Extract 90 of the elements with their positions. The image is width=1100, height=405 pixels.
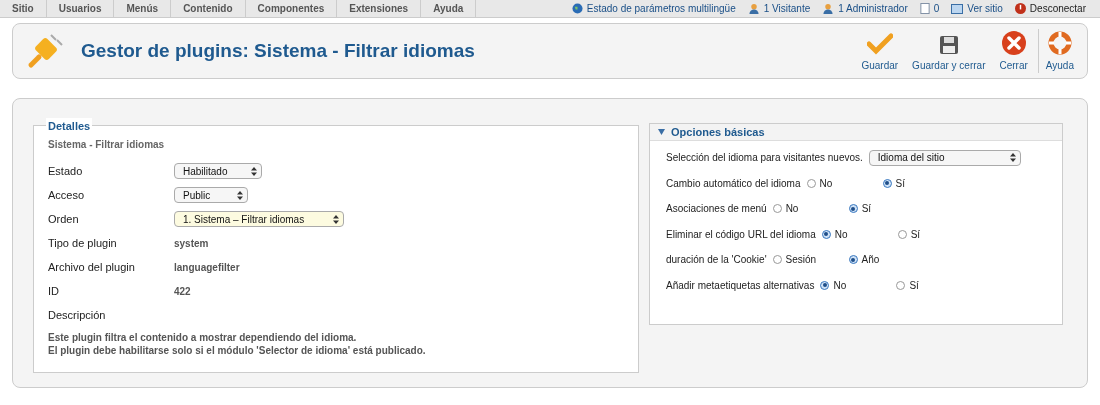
status-link[interactable]: 1 Administrador	[838, 1, 908, 16]
lifebuoy-icon	[1047, 31, 1072, 55]
radio-label: Sí	[861, 202, 872, 217]
select-value: Public	[183, 188, 211, 203]
radio-option[interactable]: Año	[848, 252, 925, 268]
section-title: Opciones básicas	[671, 124, 765, 140]
radio-button[interactable]	[772, 255, 782, 265]
option-label: duración de la 'Cookie'	[666, 253, 767, 268]
status-link[interactable]: 0	[933, 1, 940, 16]
radio-option[interactable]: Sí	[848, 201, 925, 217]
radio-option[interactable]: No	[806, 175, 883, 191]
field-label: Estado	[48, 163, 84, 179]
radio-label: Año	[861, 253, 880, 268]
user-icon	[747, 3, 760, 14]
checkmark-icon	[866, 33, 893, 55]
document-icon	[919, 3, 930, 14]
menu-item[interactable]: Extensiones	[337, 0, 422, 17]
status-link[interactable]: Desconectar	[1029, 1, 1086, 16]
radio-button[interactable]	[848, 204, 858, 214]
toolbar-button[interactable]: Ayuda	[1037, 29, 1081, 73]
field-value: languagefilter	[174, 260, 240, 275]
status-link[interactable]: Estado de parámetros multilingüe	[586, 1, 736, 16]
monitor-icon	[951, 3, 964, 14]
radio-option[interactable]: No	[772, 201, 849, 217]
radio-label: Sí	[910, 227, 921, 242]
radio-button[interactable]	[848, 255, 858, 265]
radio-option[interactable]: Sí	[896, 277, 973, 293]
radio-option[interactable]: Sí	[897, 226, 974, 242]
field-label: Archivo del plugin	[48, 259, 136, 275]
status-link[interactable]: 1 Visitante	[763, 1, 811, 16]
field-label: Tipo de plugin	[48, 235, 118, 251]
option-label: Añadir metaetiquetas alternativas	[666, 278, 815, 293]
radio-button[interactable]	[897, 229, 907, 239]
option-label: Asociaciones de menú	[666, 202, 767, 217]
option-label: Cambio automático del idioma	[666, 176, 801, 191]
menu-item[interactable]: Ayuda	[421, 0, 477, 17]
field-value: system	[174, 236, 209, 251]
field-label: Orden	[48, 211, 80, 227]
radio-label: Sesión	[785, 253, 817, 268]
radio-option[interactable]: Sí	[882, 175, 959, 191]
radio-label: No	[819, 176, 833, 191]
radio-option[interactable]: No	[821, 226, 898, 242]
field-label: Descripción	[48, 307, 107, 323]
radio-button[interactable]	[772, 204, 782, 214]
toolbar-button[interactable]: Guardar y cerrar	[905, 29, 993, 73]
close-icon	[1001, 31, 1026, 55]
updown-caret-icon	[251, 166, 257, 176]
description-text: Este plugin filtra el contenido a mostrar dependiendo del idioma.	[48, 331, 358, 344]
menu-item[interactable]: Contenido	[171, 0, 246, 17]
select-value: 1. Sistema – Filtrar idiomas	[183, 212, 305, 227]
power-icon	[1014, 3, 1026, 14]
radio-option[interactable]: Sesión	[772, 252, 849, 268]
plugin-name: Sistema - Filtrar idiomas	[48, 138, 166, 152]
field-label: ID	[48, 283, 60, 299]
toolbar-button[interactable]: Cerrar	[992, 29, 1035, 73]
radio-button[interactable]	[820, 280, 830, 290]
page-title: Gestor de plugins: Sistema - Filtrar idiomas	[81, 38, 475, 63]
field-value: 422	[174, 284, 191, 299]
description-text: El plugin debe habilitarse solo si el módulo 'Selector de idioma' está publicado.	[48, 344, 427, 357]
field-label: Acceso	[48, 187, 86, 203]
dropdown-select[interactable]: Habilitado	[174, 163, 262, 179]
menu-item[interactable]: Usuarios	[46, 0, 115, 17]
radio-button[interactable]	[806, 178, 816, 188]
user-icon	[822, 3, 835, 14]
radio-button[interactable]	[896, 280, 906, 290]
radio-label: No	[834, 227, 848, 242]
toolbar-button[interactable]: Guardar	[854, 29, 906, 73]
select-value: Habilitado	[183, 164, 228, 179]
updown-caret-icon	[237, 190, 243, 200]
option-label: Selección del idioma para visitantes nuevos.	[666, 151, 863, 166]
radio-option[interactable]: No	[820, 277, 897, 293]
dropdown-select[interactable]: 1. Sistema – Filtrar idiomas	[174, 211, 344, 227]
updown-caret-icon	[333, 214, 339, 224]
option-label: Eliminar el código URL del idioma	[666, 227, 816, 242]
status-link[interactable]: Ver sitio	[967, 1, 1003, 16]
menu-item[interactable]: Componentes	[245, 0, 338, 17]
globe-icon	[571, 3, 583, 14]
updown-caret-icon	[1009, 153, 1016, 163]
radio-button[interactable]	[821, 229, 831, 239]
radio-label: Sí	[909, 278, 919, 293]
select-value: Idioma del sitio	[877, 151, 945, 166]
menu-item[interactable]: Menús	[114, 0, 172, 17]
radio-label: No	[785, 202, 799, 217]
radio-label: Sí	[895, 176, 905, 191]
options-header[interactable]: Opciones básicas	[650, 124, 1062, 141]
menu-item[interactable]: Sitio	[0, 0, 47, 17]
radio-button[interactable]	[882, 178, 892, 188]
dropdown-select[interactable]: Idioma del sitio	[868, 149, 1021, 166]
dropdown-select[interactable]: Public	[174, 187, 248, 203]
radio-label: No	[833, 278, 847, 293]
